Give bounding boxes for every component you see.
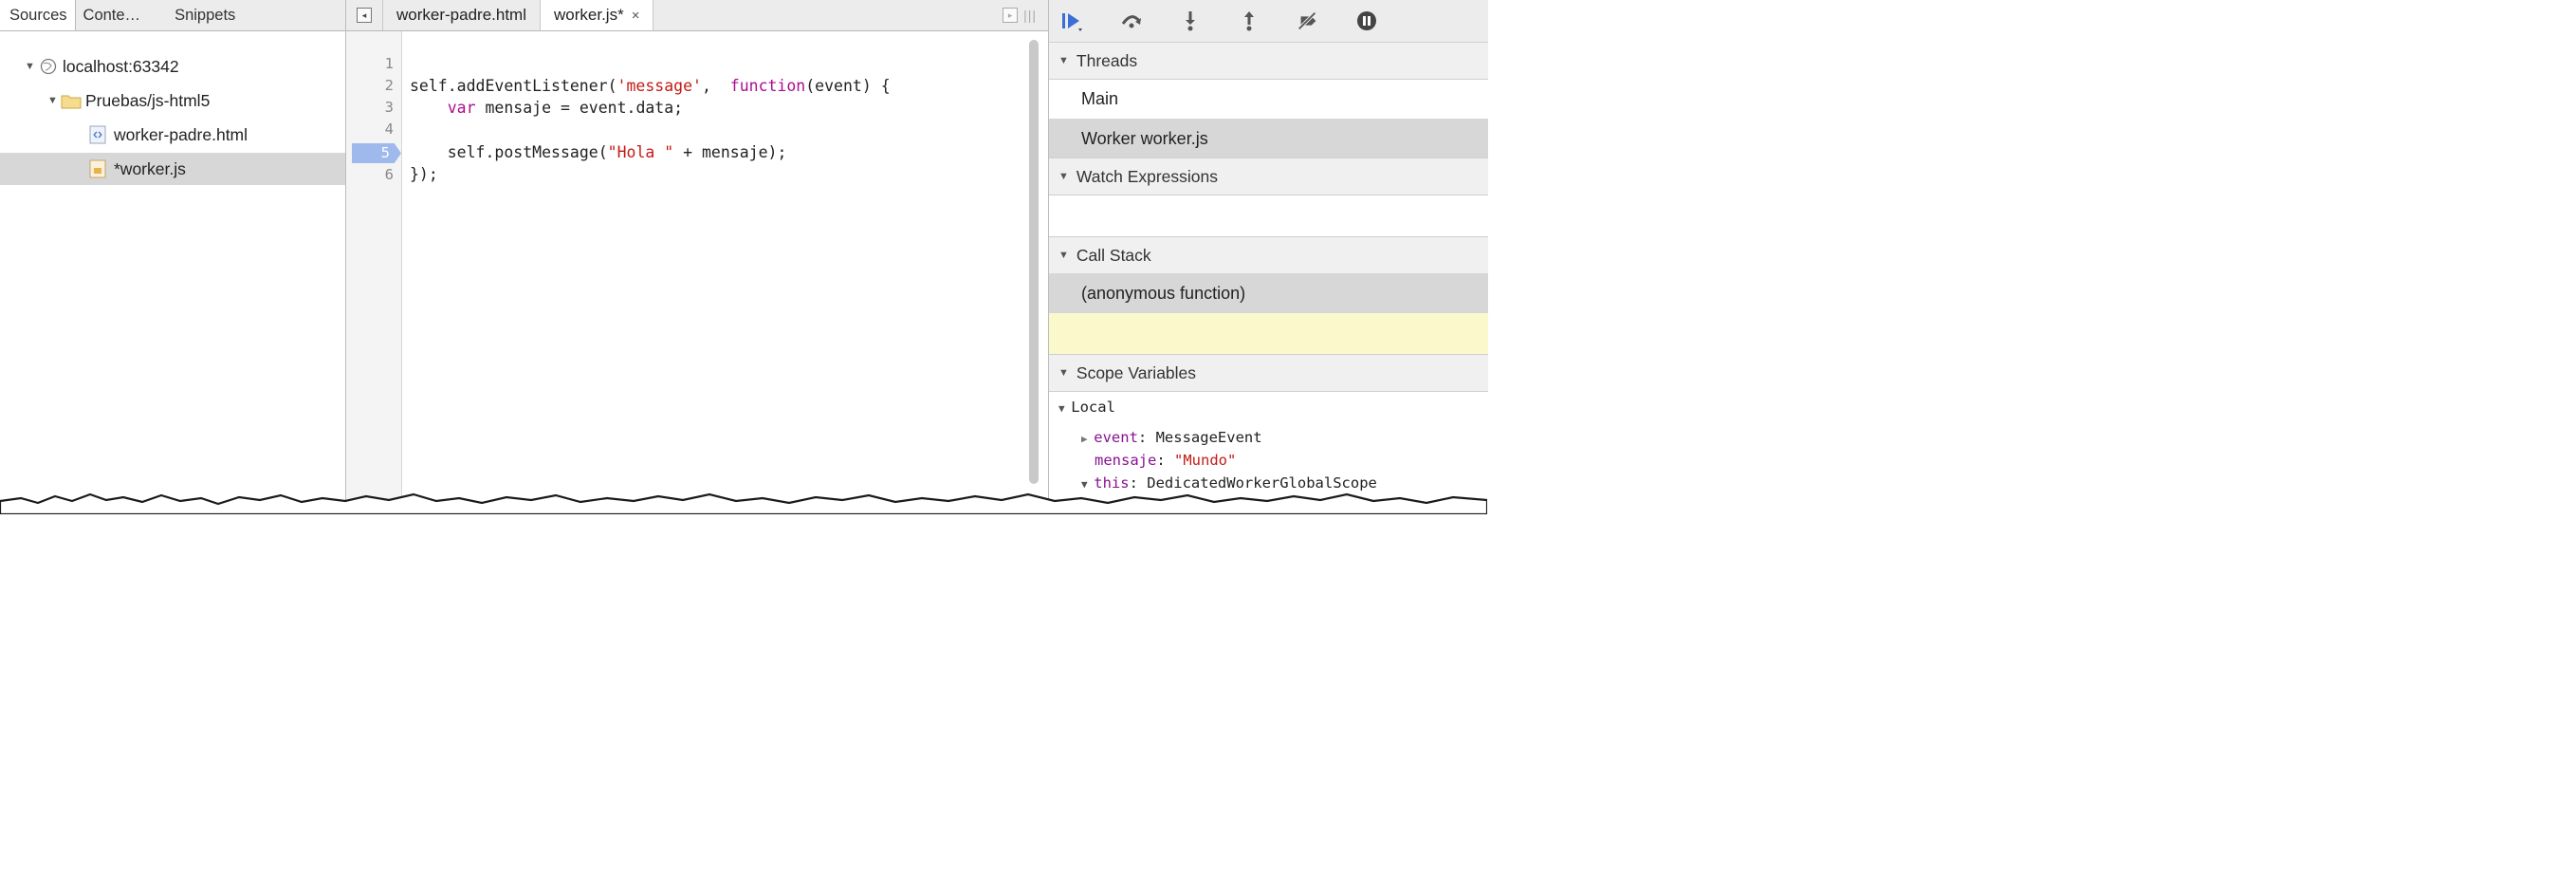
resume-button[interactable] <box>1060 9 1085 33</box>
call-frame-highlight <box>1049 313 1488 355</box>
code-line-6[interactable]: }); <box>410 165 438 183</box>
resume-icon <box>1062 13 1082 31</box>
breakpoint-line-number: 5 <box>380 144 390 161</box>
step-into-button[interactable] <box>1178 9 1203 33</box>
line-number: 2 <box>384 77 394 94</box>
tab-content-scripts[interactable]: Conte… <box>76 0 149 30</box>
tree-item-label: localhost:63342 <box>63 56 179 76</box>
step-over-button[interactable] <box>1119 9 1144 33</box>
step-out-button[interactable] <box>1237 9 1261 33</box>
code-line-2[interactable]: self.addEventListener('message', functio… <box>410 77 891 95</box>
code-line-5[interactable]: self.postMessage("Hola " + mensaje); <box>410 143 787 161</box>
scope-var-mensaje[interactable]: mensaje: "Mundo" <box>1095 452 1236 469</box>
breakpoint-marker[interactable]: 5 <box>352 143 401 163</box>
disclosure-triangle-icon: ▼ <box>1058 250 1069 261</box>
line-gutter[interactable]: 1 2 3 4 5 6 <box>346 31 402 514</box>
toggle-navigator-icon: ◂ <box>357 8 372 23</box>
tab-label: worker.js* <box>554 6 624 24</box>
disclosure-triangle-icon: ▼ <box>1058 171 1069 182</box>
navigator-pane: Sources Conte… Snippets ▼ localhost:6334… <box>0 0 346 514</box>
call-frame[interactable]: (anonymous function) <box>1049 273 1488 313</box>
section-title: Threads <box>1076 50 1138 70</box>
call-frame-label: (anonymous function) <box>1081 283 1246 303</box>
torn-edge <box>0 492 1487 514</box>
editor-pane: ◂ worker-padre.html worker.js* × ▸ ||| 1… <box>346 0 1048 514</box>
disclosure-triangle-icon: ▼ <box>1058 55 1069 66</box>
scope-variables-section-header[interactable]: ▼ Scope Variables <box>1049 354 1488 392</box>
tree-item-worker-js[interactable]: *worker.js <box>0 153 345 185</box>
section-title: Call Stack <box>1076 245 1151 265</box>
disclosure-triangle-icon[interactable]: ▼ <box>25 61 38 72</box>
tab-worker-padre-html[interactable]: worker-padre.html <box>383 0 541 30</box>
section-title: Watch Expressions <box>1076 166 1219 186</box>
editor-scrollbar[interactable] <box>1029 40 1039 484</box>
navigator-tabs: Sources Conte… Snippets <box>0 0 345 31</box>
globe-icon <box>40 58 57 75</box>
scope-local[interactable]: ▼ Local <box>1058 399 1115 416</box>
section-title: Scope Variables <box>1076 362 1197 382</box>
html-file-icon <box>89 125 106 144</box>
thread-label: Worker worker.js <box>1081 128 1208 148</box>
tab-worker-js[interactable]: worker.js* × <box>541 0 654 30</box>
disclosure-triangle-icon[interactable]: ▼ <box>47 95 61 106</box>
tree-item-label: worker-padre.html <box>114 124 248 144</box>
pause-on-exceptions-icon <box>1357 11 1376 30</box>
js-file-icon <box>89 159 106 178</box>
disclosure-triangle-icon: ▼ <box>1058 367 1069 379</box>
step-out-icon <box>1244 11 1254 31</box>
deactivate-breakpoints-button[interactable] <box>1296 9 1320 33</box>
editor-tab-controls: ▸ ||| <box>1003 8 1037 23</box>
tree-item-localhost[interactable]: ▼ localhost:63342 <box>0 50 345 83</box>
line-number: 6 <box>384 166 394 183</box>
debugger-toolbar <box>1049 0 1488 43</box>
pause-on-exceptions-button[interactable] <box>1354 9 1379 33</box>
tree-item-folder[interactable]: ▼ Pruebas/js-html5 <box>0 84 345 117</box>
expand-triangle-icon[interactable]: ▶ <box>1081 433 1094 445</box>
thread-worker[interactable]: Worker worker.js <box>1049 119 1488 158</box>
tree-item-worker-padre-html[interactable]: worker-padre.html <box>0 119 345 151</box>
threads-section-header[interactable]: ▼ Threads <box>1049 42 1488 80</box>
debugger-sidebar: ▼ Threads Main Worker worker.js ▼ Watch … <box>1048 0 1488 514</box>
call-stack-section-header[interactable]: ▼ Call Stack <box>1049 236 1488 274</box>
folder-icon <box>61 95 82 108</box>
step-over-icon <box>1121 15 1141 28</box>
tab-sources[interactable]: Sources <box>0 0 76 30</box>
line-number: 3 <box>384 99 394 116</box>
watch-expressions-body[interactable] <box>1049 195 1488 236</box>
drag-handle-icon[interactable]: ||| <box>1023 8 1037 23</box>
deactivate-breakpoints-icon <box>1297 11 1316 30</box>
thread-label: Main <box>1081 88 1119 108</box>
disclosure-triangle-icon: ▼ <box>1058 402 1072 415</box>
code-line-3[interactable]: var mensaje = event.data; <box>410 99 683 117</box>
close-icon[interactable]: × <box>632 8 640 24</box>
watch-expressions-section-header[interactable]: ▼ Watch Expressions <box>1049 158 1488 195</box>
scope-var-event[interactable]: ▶ event: MessageEvent <box>1081 429 1262 446</box>
tab-snippets[interactable]: Snippets <box>167 0 243 30</box>
editor-tabs: ◂ worker-padre.html worker.js* × ▸ ||| <box>346 0 1048 31</box>
tab-label: worker-padre.html <box>396 6 526 24</box>
thread-main[interactable]: Main <box>1049 79 1488 119</box>
line-number: 1 <box>384 55 394 72</box>
line-number: 4 <box>384 121 394 138</box>
step-into-icon <box>1186 11 1195 31</box>
tree-item-label: Pruebas/js-html5 <box>85 90 211 110</box>
toggle-navigator-button[interactable]: ◂ <box>346 0 383 30</box>
tree-item-label: *worker.js <box>114 158 186 178</box>
toggle-debugger-icon[interactable]: ▸ <box>1003 8 1019 23</box>
